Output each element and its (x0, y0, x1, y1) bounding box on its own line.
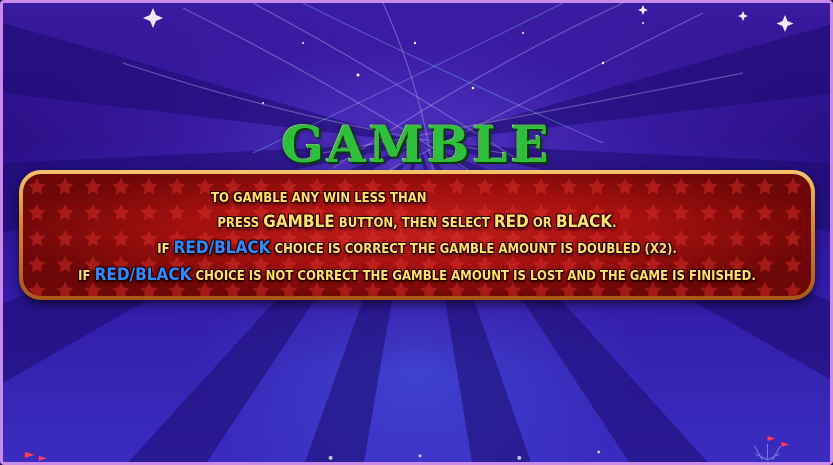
rules-line-3: IF RED/BLACK CHOICE IS CORRECT THE GAMBL… (23, 238, 811, 258)
page-title: GAMBLE (281, 115, 552, 174)
flag-icon (767, 436, 776, 442)
rules-line-1: TO GAMBLE ANY WIN LESS THAN (23, 191, 811, 206)
rules-line-3-c: CHOICE IS CORRECT THE GAMBLE AMOUNT IS D… (270, 242, 677, 257)
red-black-keyword: RED/BLACK (173, 238, 271, 258)
rules-line-2-e: OR (528, 216, 556, 231)
sparkle-icon (738, 11, 748, 21)
sparkle-icon (638, 5, 648, 15)
rules-line-1-text: TO GAMBLE ANY WIN LESS THAN (211, 191, 427, 206)
red-black-keyword: RED/BLACK (94, 265, 192, 285)
rules-panel: TO GAMBLE ANY WIN LESS THAN PRESS GAMBLE… (19, 170, 815, 300)
rules-line-2-a: PRESS (217, 216, 264, 231)
rules-line-2-g: . (612, 216, 617, 231)
rules-line-4-a: IF (78, 269, 95, 284)
gamble-keyword: GAMBLE (263, 212, 335, 232)
rules-line-2: PRESS GAMBLE BUTTON, THEN SELECT RED OR … (23, 212, 811, 232)
sparkle-icon (143, 8, 163, 28)
sparkle-icon (776, 15, 794, 32)
rules-line-3-a: IF (157, 242, 174, 257)
gamble-rules-screen: GAMBLE TO GAMBLE ANY WIN LESS THAN PRESS… (0, 0, 833, 465)
flag-icon (781, 442, 790, 447)
flag-icon (24, 451, 35, 458)
bottom-decoration (24, 436, 790, 461)
black-keyword: BLACK (555, 212, 613, 232)
rules-line-4-c: CHOICE IS NOT CORRECT THE GAMBLE AMOUNT … (191, 269, 756, 284)
flag-icon (38, 455, 47, 461)
rules-line-4: IF RED/BLACK CHOICE IS NOT CORRECT THE G… (23, 265, 811, 285)
red-keyword: RED (493, 212, 529, 232)
rules-line-2-c: BUTTON, THEN SELECT (334, 216, 494, 231)
rules-panel-inner: TO GAMBLE ANY WIN LESS THAN PRESS GAMBLE… (23, 174, 811, 296)
